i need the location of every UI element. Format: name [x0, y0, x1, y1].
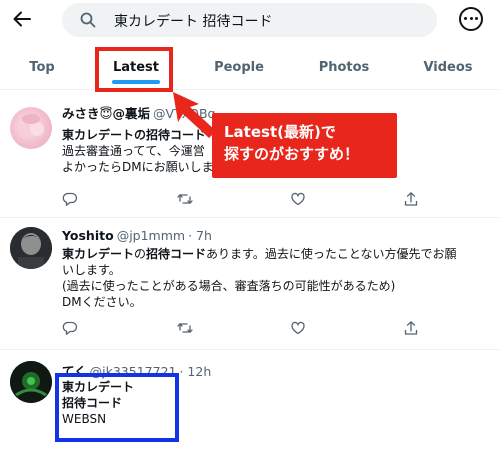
search-query: 東カレデート 招待コード [114, 14, 273, 30]
display-name[interactable]: Yoshito [62, 228, 114, 243]
tweet-actions [62, 191, 462, 207]
tweet-text-line: よかったらDMにお願いしま [62, 160, 214, 174]
annotation-callout: Latest(最新)で 探すのがおすすめ！ [212, 113, 397, 178]
tab-people[interactable]: People [210, 44, 268, 90]
latest-tab-highlight [95, 47, 173, 92]
tweet-text-line: (過去に使ったことがある場合、審査落ちの可能性があるため) [62, 279, 396, 293]
tab-label: People [214, 59, 264, 75]
reply-icon[interactable] [62, 320, 78, 336]
tweet-text: 東カレデートの招待コードあります。過去に使ったことない方優先でお願 いします。 … [62, 246, 457, 310]
tweet-header: Yoshito @jp1mmm · 7h [62, 228, 212, 243]
more-options-button[interactable] [459, 7, 483, 31]
more-dot-icon [469, 17, 473, 20]
display-name[interactable]: みさき😇@裏垢 [62, 106, 150, 121]
reply-icon[interactable] [62, 191, 78, 207]
user-handle[interactable]: @jp1mmm [117, 228, 185, 243]
tweet-time[interactable]: · 12h [179, 364, 211, 379]
back-arrow-icon [13, 11, 31, 27]
avatar-image [10, 227, 52, 269]
avatar[interactable] [10, 361, 52, 403]
tweet-actions [62, 320, 462, 336]
tweet-text-line: の [134, 247, 147, 261]
share-icon[interactable] [403, 320, 419, 336]
more-dot-icon [475, 17, 478, 20]
search-icon [80, 12, 96, 28]
tweet-text-bold: 招待コード [146, 247, 207, 261]
invite-code-highlight [55, 373, 179, 442]
like-icon[interactable] [290, 191, 306, 207]
user-handle[interactable]: @VTxQBq [153, 106, 215, 121]
tweet-text-line: DMください。 [62, 295, 142, 309]
avatar[interactable] [10, 107, 52, 149]
avatar[interactable] [10, 227, 52, 269]
more-dot-icon [464, 17, 467, 20]
tab-label: Videos [423, 59, 473, 75]
tweet-text-bold: 東カレデートの招待コード [62, 128, 207, 142]
tweet-text: 東カレデートの招待コード？● 過去審査通ってて、今運営 よかったらDMにお願いし… [62, 127, 394, 175]
tab-label: Photos [318, 59, 370, 75]
annotation-text: 探すのがおすすめ！ [224, 145, 360, 163]
tweet-text-line: いします。 [62, 263, 121, 277]
tweet[interactable]: Yoshito @jp1mmm · 7h 東カレデートの招待コードあります。過去に使… [0, 219, 500, 350]
avatar-image [10, 361, 52, 403]
like-icon[interactable] [290, 320, 306, 336]
back-button[interactable] [12, 9, 32, 29]
tab-videos[interactable]: Videos [420, 44, 476, 90]
avatar-image [18, 114, 44, 136]
search-tabs: Top Latest People Photos Videos [0, 44, 500, 90]
tweet-text-bold: 東カレデート [62, 247, 135, 261]
retweet-icon[interactable] [177, 320, 193, 336]
share-icon[interactable] [403, 191, 419, 207]
tab-label: Top [29, 59, 55, 75]
header: 東カレデート 招待コード [0, 0, 500, 44]
tweet-text-line: 過去審査通ってて、今運営 [62, 144, 205, 158]
tab-photos[interactable]: Photos [315, 44, 373, 90]
tweet-text-line: あります。過去に使ったことない方優先でお願 [206, 247, 457, 261]
annotation-text: Latest(最新)で [224, 123, 336, 141]
tweet-header: みさき😇@裏垢 @VTxQBq [62, 103, 215, 122]
retweet-icon[interactable] [177, 191, 193, 207]
tweet-time[interactable]: · 7h [188, 228, 212, 243]
tab-top[interactable]: Top [22, 44, 62, 90]
search-input[interactable]: 東カレデート 招待コード [62, 3, 437, 37]
